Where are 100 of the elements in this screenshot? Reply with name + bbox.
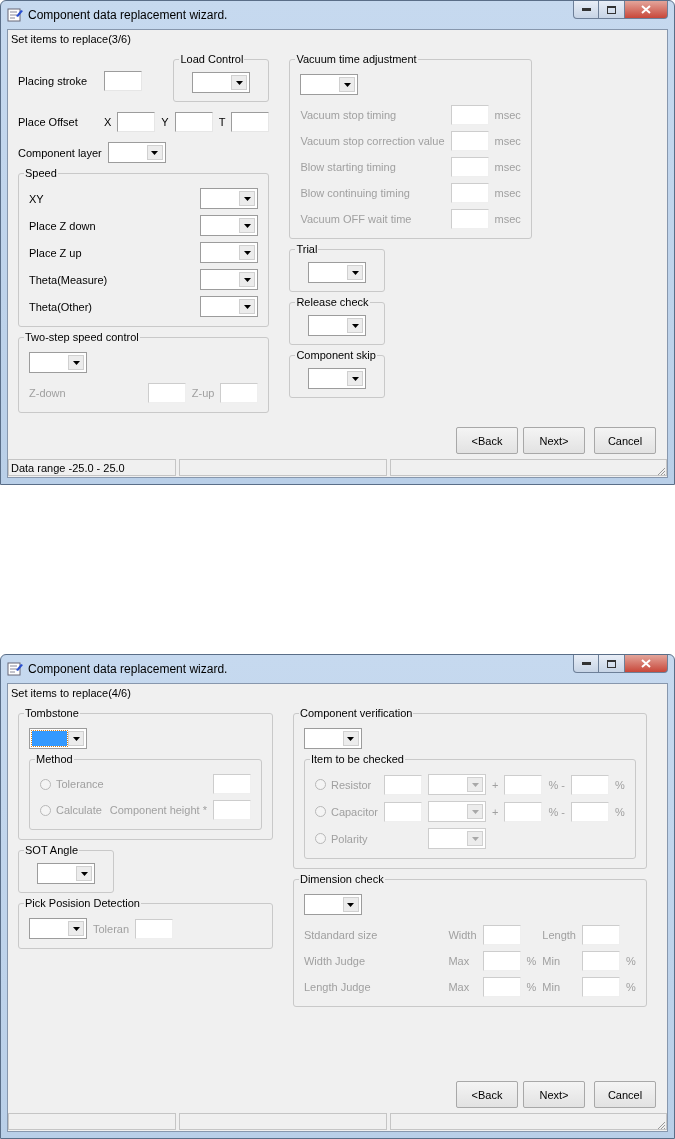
unit-label: msec	[494, 187, 521, 199]
dialog-button[interactable]: Next>	[523, 1081, 585, 1108]
caret-icon	[471, 782, 479, 787]
close-icon	[641, 5, 651, 14]
group-title: Pick Posision Detection	[24, 897, 141, 910]
group-title: Trial	[295, 243, 319, 256]
dialog-button[interactable]: <Back	[456, 1081, 518, 1108]
dropdown[interactable]	[200, 242, 259, 263]
input-field[interactable]	[117, 112, 156, 132]
caret-icon	[351, 270, 359, 275]
dropdown[interactable]	[303, 728, 362, 749]
dialog-button[interactable]: Cancel	[594, 427, 656, 454]
field-label: Theta(Other)	[29, 300, 93, 313]
caret-icon	[243, 196, 251, 201]
field-label: Vacuum OFF wait time	[300, 213, 413, 225]
caret-icon	[72, 360, 80, 365]
input-field[interactable]	[174, 112, 213, 132]
dropdown[interactable]	[200, 188, 259, 209]
unit-label: %	[625, 955, 636, 967]
caret-icon	[351, 376, 359, 381]
unit-label: %	[614, 805, 625, 818]
group-title: Tombstone	[24, 707, 80, 720]
dropdown[interactable]	[29, 728, 87, 749]
caret-icon	[351, 323, 359, 328]
field-label: Stdandard size	[303, 929, 379, 941]
field-label: Place Offset	[18, 116, 79, 128]
field-label: Z-up	[191, 387, 215, 399]
unit-label: msec	[494, 213, 521, 225]
field-label: Blow starting timing	[300, 161, 397, 173]
dialog-button[interactable]: Cancel	[594, 1081, 656, 1108]
input-field[interactable]	[231, 112, 270, 132]
caret-icon	[243, 223, 251, 228]
resize-grip-icon	[656, 1120, 666, 1130]
dropdown[interactable]	[308, 368, 367, 389]
close-button[interactable]	[625, 1, 668, 19]
unit-label: %	[526, 981, 537, 993]
caret-icon	[471, 836, 479, 841]
group-title: Two-step speed control	[24, 331, 140, 344]
unit-label: +	[492, 805, 499, 818]
unit-label: % -	[548, 805, 565, 818]
caret-icon	[243, 277, 251, 282]
step-label: Set items to replace(4/6)	[10, 686, 132, 699]
field-label: Place Z up	[29, 246, 83, 259]
maximize-icon	[607, 5, 616, 14]
group-title: Component verification	[298, 707, 414, 720]
field-label: Vacuum stop timing	[300, 109, 398, 121]
field-label: Width	[448, 929, 477, 941]
unit-label: msec	[494, 135, 521, 147]
caret-icon	[151, 150, 159, 155]
maximize-icon	[607, 659, 616, 668]
app-icon	[7, 7, 23, 23]
dropdown[interactable]	[29, 918, 87, 939]
caret-icon	[72, 926, 80, 931]
dialog-button[interactable]: <Back	[456, 427, 518, 454]
field-label: Width Judge	[303, 955, 367, 967]
group-title: Dimension check	[298, 873, 385, 886]
dropdown[interactable]	[308, 262, 367, 283]
field-label: XY	[29, 192, 45, 205]
dropdown[interactable]	[107, 142, 166, 163]
dropdown[interactable]	[192, 72, 251, 93]
dropdown[interactable]	[200, 269, 259, 290]
group-title: Release check	[295, 296, 370, 309]
group-title: Component skip	[295, 349, 377, 362]
group-title: Method	[35, 753, 74, 766]
window-title: Component data replacement wizard.	[28, 8, 229, 22]
field-label: Z-down	[29, 387, 67, 399]
dropdown[interactable]	[303, 894, 362, 915]
minimize-button[interactable]	[573, 1, 599, 19]
dropdown[interactable]	[308, 315, 367, 336]
close-button[interactable]	[625, 655, 668, 673]
dropdown[interactable]	[300, 74, 359, 95]
group-title: Vacuum time adjustment	[295, 53, 418, 66]
unit-label: %	[614, 778, 625, 791]
input-field[interactable]	[104, 70, 142, 91]
field-label: Max	[448, 955, 471, 967]
caret-icon	[343, 82, 351, 87]
maximize-button[interactable]	[599, 1, 625, 19]
unit-label: +	[492, 778, 499, 791]
dropdown[interactable]	[200, 215, 259, 236]
status-text: Data range -25.0 - 25.0	[11, 461, 125, 474]
maximize-button[interactable]	[599, 655, 625, 673]
field-label: Toleran	[93, 922, 130, 935]
dropdown[interactable]	[37, 863, 95, 884]
field-label: X	[104, 116, 112, 128]
resize-grip-icon	[656, 466, 666, 476]
field-label: Placing stroke	[18, 74, 89, 87]
group-title: Item to be checked	[309, 753, 405, 766]
field-label: Length	[542, 929, 576, 941]
caret-icon	[347, 736, 355, 741]
dropdown[interactable]	[200, 296, 259, 317]
minimize-button[interactable]	[573, 655, 599, 673]
field-label: Min	[542, 955, 562, 967]
field-label: Min	[542, 981, 562, 993]
caret-icon	[347, 902, 355, 907]
dialog-button[interactable]: Next>	[523, 427, 585, 454]
group-title: Load Control	[179, 53, 245, 66]
unit-label: %	[625, 981, 636, 993]
dropdown[interactable]	[29, 352, 87, 373]
field-label: Max	[448, 981, 471, 993]
close-icon	[641, 659, 651, 668]
